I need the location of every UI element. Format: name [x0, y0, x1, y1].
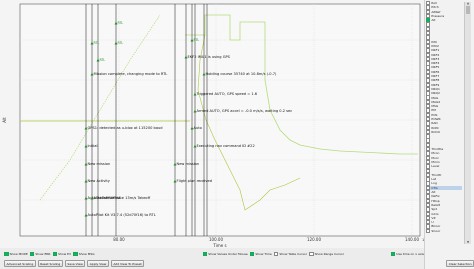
event-label: Executing nav command ID #22: [197, 144, 255, 148]
event-label: Initial: [88, 144, 98, 148]
display-options-bar: Show MODE Show ERR Show EV Show MSG Show…: [0, 250, 424, 258]
use-time-label: Use time on x axis: [396, 252, 424, 256]
show-msg-label: Show MSG: [78, 252, 95, 256]
waypoint-label: RTL: [118, 21, 124, 25]
event-label: EKF2 IMU1 is using GPS: [188, 55, 231, 59]
x-tick-label: 120.00: [307, 237, 321, 242]
parameter-label: RCOU: [431, 129, 440, 134]
show-range-cursor-label: Show Range Cursor: [314, 252, 344, 256]
parameter-scrollbar[interactable]: ▲ ▼: [464, 2, 471, 244]
show-time-checkbox[interactable]: Show Time: [249, 251, 272, 257]
waypoint-label: RTL: [100, 58, 106, 62]
show-table-cursor-label: Show Table Cursor: [279, 252, 307, 256]
save-view-button[interactable]: Save View: [64, 260, 86, 267]
apply-view-button[interactable]: Apply View: [87, 260, 109, 267]
show-range-cursor-checkbox[interactable]: Show Range Cursor: [308, 251, 344, 257]
event-label: AutoPilot Kit V3.7.4 (52d70f16) to RTL: [88, 213, 156, 217]
parameter-item[interactable]: SCoor: [426, 228, 462, 234]
event-label: AutoTakeoffState 13m/s Takeoff: [94, 196, 151, 200]
advanced-scaling-button[interactable]: Advanced Scaling: [4, 260, 36, 267]
graph-plot-area[interactable]: 80.00 100.00 120.00 140.00 Time s 1 Alt EKF2 IM…: [0, 0, 424, 248]
event-label: New Activity: [88, 179, 111, 183]
show-table-cursor-checkbox[interactable]: Show Table Cursor: [273, 251, 307, 257]
show-time-label: Show Time: [255, 252, 272, 256]
show-mode-label: Show MODE: [9, 252, 28, 256]
event-label: New mission: [177, 162, 200, 166]
x-tick-label: 140.00: [405, 237, 419, 242]
scroll-up-icon[interactable]: ▲: [465, 2, 471, 5]
event-label: Armed AUTO, GPS accel = -0.0 m/s/s, wait…: [197, 109, 293, 113]
y-axis-label: Alt: [2, 117, 7, 123]
show-ev-checkbox[interactable]: Show EV: [52, 251, 72, 257]
parameter-tree-panel[interactable]: Roll Pitch AltRef Pressure Alt IMU IMU2 NKF1 NKF…: [424, 0, 474, 269]
show-err-label: Show ERR: [35, 252, 51, 256]
waypoint-label: RTL: [118, 41, 124, 45]
parameter-label: SCoor: [431, 228, 441, 233]
clear-selection-button[interactable]: Clear Selection: [446, 260, 474, 267]
x-tick-label: 80.00: [113, 237, 125, 242]
waypoint-label: RTL: [194, 38, 200, 42]
show-err-checkbox[interactable]: Show ERR: [29, 251, 51, 257]
event-label: Auto: [194, 126, 202, 130]
event-label: Mission complete, changing mode to RTL: [94, 72, 168, 76]
parameter-label: Alt: [431, 18, 436, 23]
x-axis-label: Time s: [212, 243, 226, 248]
scroll-down-icon[interactable]: ▼: [465, 241, 471, 244]
show-ev-label: Show EV: [58, 252, 72, 256]
reset-scaling-button[interactable]: Reset Scaling: [37, 260, 63, 267]
event-label: Holding course 35740 at 10.8m/s (-0.7): [206, 72, 278, 76]
show-values-label: Show Values Under Mouse: [208, 252, 248, 256]
graph-svg: 80.00 100.00 120.00 140.00Time s1AltEKF2 IM…: [2, 3, 424, 248]
view-controls-bar: Advanced Scaling Reset Scaling Save View…: [0, 259, 474, 268]
parameter-checkbox[interactable]: [426, 228, 431, 234]
waypoint-label: RTL: [94, 41, 100, 45]
x-tick-label: 100.00: [209, 237, 223, 242]
event-label: Flight plan received: [177, 179, 213, 183]
parameter-list: Roll Pitch AltRef Pressure Alt IMU IMU2 NKF1 NKF…: [426, 0, 462, 234]
show-msg-checkbox[interactable]: Show MSG: [73, 251, 95, 257]
event-label: Triggered AUTO, GPS speed = 1.6: [196, 92, 258, 96]
add-view-to-preset-button[interactable]: Add View To Preset: [110, 260, 145, 267]
event-label: New mission: [88, 162, 111, 166]
use-time-on-x-axis-checkbox[interactable]: Use time on x axis: [390, 251, 424, 257]
show-mode-checkbox[interactable]: Show MODE: [4, 251, 28, 257]
scroll-thumb[interactable]: [466, 6, 470, 14]
event-label: GPS1: detected as u-blox at 115200 baud: [88, 126, 163, 130]
parameter-label: Level: [431, 164, 440, 169]
show-values-under-mouse-checkbox[interactable]: Show Values Under Mouse: [202, 251, 248, 257]
